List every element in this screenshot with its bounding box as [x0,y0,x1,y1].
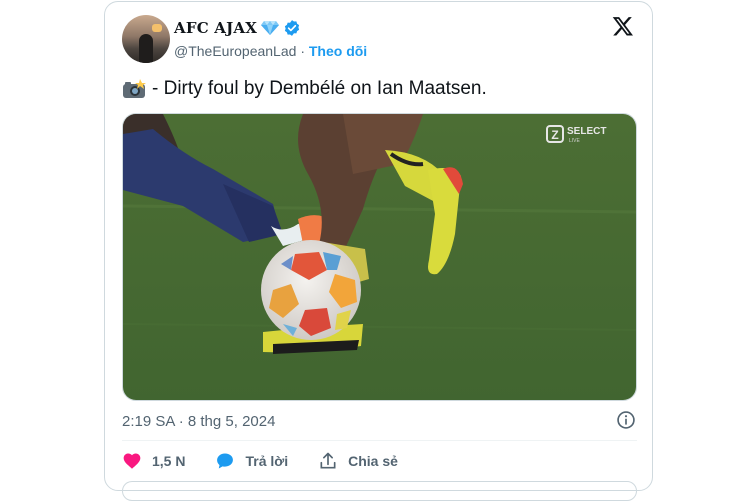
logo-text: SELECT [567,126,606,137]
football [261,240,361,340]
x-logo-icon[interactable] [612,15,634,37]
reply-label: Trả lời [245,453,289,469]
action-bar: 1,5 N Trả lời Chia sẻ [122,451,428,471]
like-button[interactable]: 1,5 N [122,451,185,471]
avatar[interactable] [122,15,170,63]
timestamp[interactable]: 2:19 SA · 8 thg 5, 2024 [122,413,275,430]
separator-dot: · [300,43,305,59]
verified-badge-icon [284,20,300,36]
speech-bubble-icon [217,453,234,469]
avatar-sunset [152,24,162,32]
like-count: 1,5 N [152,453,186,469]
share-button[interactable]: Chia sẻ [318,451,398,471]
tweet-text-row: - Dirty foul by Dembélé on Ian Maatsen. [122,78,487,100]
divider [122,440,637,441]
info-icon[interactable] [616,410,636,430]
tweet-card: AFC AJAX @TheEuropeanLad · Theo dõi - Di… [104,1,653,501]
video-frame: Z SELECT LIVE [123,114,636,400]
share-label: Chia sẻ [348,453,398,469]
author-row: AFC AJAX [174,19,301,37]
media-video[interactable]: Z SELECT LIVE [122,113,637,401]
read-replies-button[interactable] [122,481,637,501]
reply-button[interactable]: Trả lời [215,451,288,471]
share-icon [320,452,336,469]
camera-flash-icon [123,79,146,98]
author-name[interactable]: AFC AJAX [174,19,257,37]
handle-row: @TheEuropeanLad · Theo dõi [174,43,367,59]
author-handle[interactable]: @TheEuropeanLad [174,43,296,59]
logo-subtext: LIVE [569,138,581,144]
heart-icon [123,453,141,469]
gem-icon [261,21,280,35]
avatar-figure [139,34,153,63]
logo-letter: Z [551,128,558,142]
tweet-text: - Dirty foul by Dembélé on Ian Maatsen. [152,78,487,99]
follow-button[interactable]: Theo dõi [309,43,367,59]
